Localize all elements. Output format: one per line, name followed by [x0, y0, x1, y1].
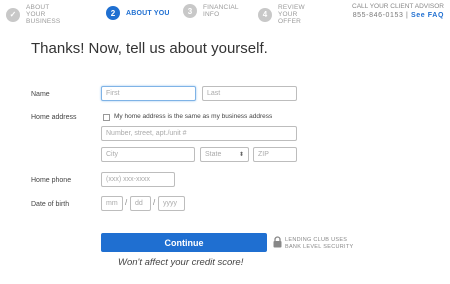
continue-button[interactable]: Continue [101, 233, 267, 252]
lock-icon [273, 236, 282, 248]
step-number: 4 [258, 7, 272, 22]
step-number: 3 [183, 4, 197, 18]
advisor-label: CALL YOUR CLIENT ADVISOR [352, 3, 444, 10]
step-number: 2 [106, 6, 120, 20]
security-line-1: LENDING CLUB USES [285, 237, 348, 243]
step-label: ABOUT YOUR BUSINESS [26, 4, 61, 25]
step-about-your-business[interactable]: ✓ ABOUT YOUR BUSINESS [6, 4, 70, 25]
faq-link[interactable]: See FAQ [411, 12, 444, 19]
state-select[interactable]: State ⬍ [200, 147, 249, 162]
step-about-you[interactable]: 2 ABOUT YOU [106, 6, 170, 20]
contact-line: 855-846-0153 | See FAQ [352, 11, 444, 20]
name-label: Name [31, 91, 50, 98]
credit-score-note: Won't affect your credit score! [118, 257, 244, 268]
step-label: REVIEW YOUR OFFER [278, 4, 305, 25]
dob-month-input[interactable]: mm [101, 196, 123, 211]
step-label: ABOUT YOU [126, 9, 170, 17]
security-note: LENDING CLUB USES BANK LEVEL SECURITY [285, 237, 353, 250]
city-input[interactable]: City [101, 147, 195, 162]
dob-label: Date of birth [31, 201, 70, 208]
home-phone-label: Home phone [31, 177, 72, 184]
separator: | [406, 12, 409, 19]
page-title: Thanks! Now, tell us about yourself. [31, 40, 268, 57]
dob-year-input[interactable]: yyyy [158, 196, 185, 211]
first-name-input[interactable]: First [101, 86, 196, 101]
step-financial-info[interactable]: 3 FINANCIAL INFO [183, 4, 239, 18]
home-address-label: Home address [31, 114, 77, 121]
phone-number[interactable]: 855-846-0153 [353, 12, 404, 19]
date-separator: / [125, 198, 128, 207]
security-line-2: BANK LEVEL SECURITY [285, 243, 354, 250]
same-address-label: My home address is the same as my busine… [114, 113, 273, 120]
dob-day-input[interactable]: dd [130, 196, 151, 211]
check-icon: ✓ [6, 7, 20, 22]
street-input[interactable]: Number, street, apt./unit # [101, 126, 297, 141]
zip-input[interactable]: ZIP [253, 147, 297, 162]
date-separator: / [153, 198, 156, 207]
step-label: FINANCIAL INFO [203, 4, 239, 18]
last-name-input[interactable]: Last [202, 86, 297, 101]
home-phone-input[interactable]: (xxx) xxx-xxxx [101, 172, 175, 187]
select-arrows-icon: ⬍ [238, 152, 244, 158]
contact-info: CALL YOUR CLIENT ADVISOR 855-846-0153 | … [352, 3, 444, 20]
same-address-checkbox[interactable] [103, 114, 110, 121]
step-review-your-offer[interactable]: 4 REVIEW YOUR OFFER [258, 4, 320, 25]
state-value: State [205, 151, 222, 158]
